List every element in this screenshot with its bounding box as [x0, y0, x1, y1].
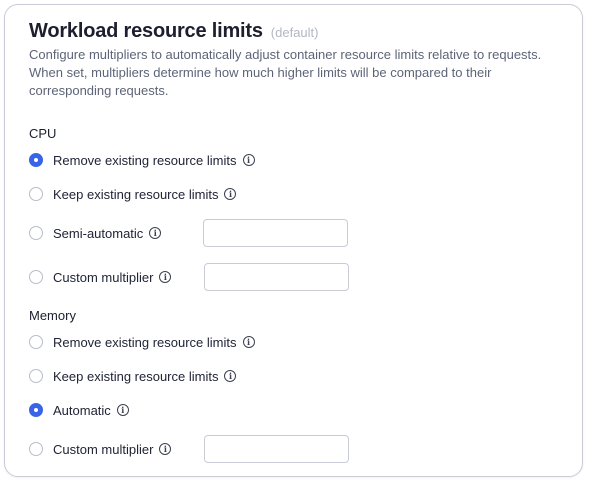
memory-option-keep-limits[interactable]: Keep existing resource limits i: [29, 366, 237, 386]
memory-automatic-label: Automatic: [53, 402, 111, 418]
info-icon[interactable]: i: [159, 271, 172, 283]
info-icon[interactable]: i: [242, 154, 255, 166]
memory-custom-multiplier-radio[interactable]: [29, 442, 43, 456]
info-icon[interactable]: i: [224, 370, 237, 382]
memory-custom-multiplier-input[interactable]: [204, 435, 349, 463]
memory-remove-limits-radio[interactable]: [29, 335, 43, 349]
header: Workload resource limits (default): [29, 20, 319, 43]
info-icon[interactable]: i: [116, 404, 129, 416]
cpu-semi-automatic-label: Semi-automatic: [53, 225, 144, 241]
info-icon[interactable]: i: [224, 188, 237, 200]
cpu-option-semi-automatic[interactable]: Semi-automatic i: [29, 223, 162, 243]
memory-automatic-radio[interactable]: [29, 403, 43, 417]
memory-section-label: Memory: [29, 308, 76, 323]
memory-remove-limits-label: Remove existing resource limits: [53, 334, 237, 350]
page-title: Workload resource limits: [29, 20, 263, 42]
cpu-option-keep-limits[interactable]: Keep existing resource limits i: [29, 184, 237, 204]
memory-option-remove-limits[interactable]: Remove existing resource limits i: [29, 332, 255, 352]
cpu-custom-multiplier-input[interactable]: [204, 263, 349, 291]
memory-option-automatic[interactable]: Automatic i: [29, 400, 129, 420]
info-icon[interactable]: i: [149, 227, 162, 239]
default-badge: (default): [270, 25, 319, 40]
info-icon[interactable]: i: [242, 336, 255, 348]
info-icon[interactable]: i: [159, 443, 172, 455]
cpu-keep-limits-radio[interactable]: [29, 187, 43, 201]
memory-option-custom-multiplier[interactable]: Custom multiplier i: [29, 439, 172, 459]
cpu-semi-automatic-radio[interactable]: [29, 226, 43, 240]
cpu-remove-limits-label: Remove existing resource limits: [53, 152, 237, 168]
cpu-option-remove-limits[interactable]: Remove existing resource limits i: [29, 150, 255, 170]
cpu-option-custom-multiplier[interactable]: Custom multiplier i: [29, 267, 172, 287]
cpu-custom-multiplier-radio[interactable]: [29, 270, 43, 284]
cpu-keep-limits-label: Keep existing resource limits: [53, 186, 219, 202]
cpu-semi-automatic-input[interactable]: [203, 219, 348, 247]
cpu-remove-limits-radio[interactable]: [29, 153, 43, 167]
cpu-custom-multiplier-label: Custom multiplier: [53, 269, 154, 285]
memory-keep-limits-label: Keep existing resource limits: [53, 368, 219, 384]
memory-custom-multiplier-label: Custom multiplier: [53, 441, 154, 457]
memory-keep-limits-radio[interactable]: [29, 369, 43, 383]
cpu-section-label: CPU: [29, 126, 57, 141]
description: Configure multipliers to automatically a…: [29, 47, 542, 98]
